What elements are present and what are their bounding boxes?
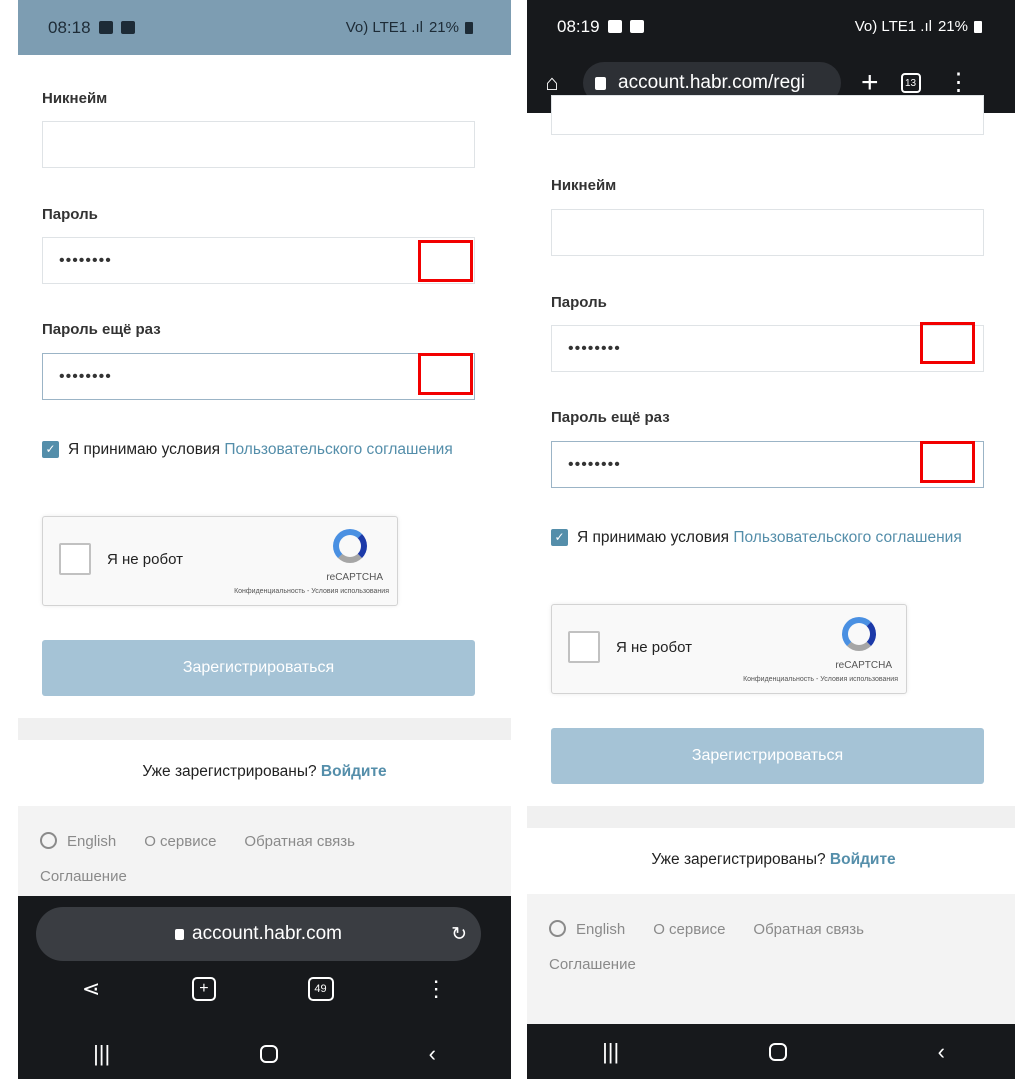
highlight-box bbox=[418, 240, 473, 282]
globe-icon bbox=[40, 832, 57, 849]
status-time: 08:18 bbox=[48, 17, 91, 37]
home-icon[interactable] bbox=[260, 1045, 279, 1063]
battery-percent: 21% bbox=[937, 18, 968, 35]
agreement-text: Я принимаю условия bbox=[68, 441, 221, 458]
recaptcha-label: Я не робот bbox=[616, 639, 692, 656]
address-bar[interactable]: account.habr.com ↻ bbox=[36, 907, 481, 961]
agreement-text: Я принимаю условия bbox=[577, 529, 730, 546]
language-link[interactable]: English bbox=[549, 920, 625, 938]
password-label: Пароль bbox=[551, 294, 607, 311]
agreement-link[interactable]: Пользовательского соглашения bbox=[733, 529, 961, 546]
gallery-notification-icon bbox=[98, 21, 113, 34]
nickname-label: Никнейм bbox=[551, 177, 617, 194]
password-input[interactable]: •••••••• bbox=[42, 237, 475, 284]
language-link[interactable]: English bbox=[40, 832, 116, 850]
lock-icon bbox=[175, 928, 184, 940]
menu-icon[interactable]: ⋮ bbox=[947, 71, 971, 95]
share-icon[interactable]: ⋖ bbox=[82, 976, 100, 1002]
address-text: account.habr.com bbox=[192, 923, 342, 944]
signal-icon: Vo) LTE1 .ıl bbox=[854, 18, 932, 35]
recaptcha-terms[interactable]: Конфиденциальность - Условия использован… bbox=[743, 676, 898, 683]
back-icon[interactable]: ‹ bbox=[938, 1039, 945, 1065]
agreement-checkbox[interactable]: ✓ bbox=[42, 441, 59, 458]
status-time: 08:19 bbox=[557, 16, 600, 36]
agreement-link[interactable]: Пользовательского соглашения bbox=[224, 441, 452, 458]
recaptcha-widget: Я не робот reCAPTCHA Конфиденциальность … bbox=[551, 604, 907, 694]
login-link[interactable]: Войдите bbox=[321, 763, 387, 780]
browser-bottom-bar: account.habr.com ↻ ⋖ + 49 ⋮ ||| ‹ bbox=[18, 896, 511, 1079]
battery-icon bbox=[465, 21, 473, 34]
recaptcha-label: Я не робот bbox=[107, 551, 183, 568]
register-button[interactable]: Зарегистрироваться bbox=[42, 640, 475, 696]
agreement-checkbox[interactable]: ✓ bbox=[551, 529, 568, 546]
highlight-box bbox=[920, 322, 975, 364]
password-repeat-label: Пароль ещё раз bbox=[42, 321, 161, 338]
app-notification-icon bbox=[629, 20, 644, 33]
back-icon[interactable]: ‹ bbox=[429, 1041, 436, 1067]
register-button[interactable]: Зарегистрироваться bbox=[551, 728, 984, 784]
login-prompt: Уже зарегистрированы? Войдите bbox=[527, 851, 1015, 869]
status-bar: 08:19 Vo) LTE1 .ıl 21% bbox=[527, 0, 1015, 53]
agreement-row: ✓ Я принимаю условия Пользовательского с… bbox=[551, 527, 962, 548]
signal-icon: Vo) LTE1 .ıl bbox=[345, 19, 423, 36]
globe-icon bbox=[549, 920, 566, 937]
feedback-link[interactable]: Обратная связь bbox=[244, 833, 355, 850]
about-link[interactable]: О сервисе bbox=[144, 833, 216, 850]
left-phone-screenshot: 08:18 Vo) LTE1 .ıl 21% Никнейм Пароль ••… bbox=[18, 0, 511, 1079]
recaptcha-brand: reCAPTCHA bbox=[326, 572, 383, 583]
tabs-button[interactable]: 49 bbox=[307, 977, 334, 1001]
nickname-input[interactable] bbox=[551, 209, 984, 256]
menu-icon[interactable]: ⋮ bbox=[425, 976, 447, 1002]
password-repeat-label: Пароль ещё раз bbox=[551, 409, 670, 426]
tabs-button[interactable]: 13 bbox=[900, 73, 921, 93]
address-text: account.habr.com/regi bbox=[618, 72, 805, 93]
gallery-notification-icon bbox=[607, 20, 622, 33]
recaptcha-terms[interactable]: Конфиденциальность - Условия использован… bbox=[234, 588, 389, 595]
recaptcha-brand: reCAPTCHA bbox=[835, 660, 892, 671]
login-text: Уже зарегистрированы? bbox=[142, 763, 317, 780]
recaptcha-widget: Я не робот reCAPTCHA Конфиденциальность … bbox=[42, 516, 398, 606]
section-divider bbox=[527, 806, 1015, 828]
highlight-box bbox=[920, 441, 975, 483]
android-nav-bar: ||| ‹ bbox=[527, 1024, 1015, 1079]
login-link[interactable]: Войдите bbox=[830, 851, 896, 868]
password-label: Пароль bbox=[42, 206, 98, 223]
home-icon[interactable] bbox=[769, 1042, 788, 1061]
email-input[interactable] bbox=[551, 95, 984, 135]
agreement-footer-link[interactable]: Соглашение bbox=[549, 956, 1015, 973]
footer: English О сервисе Обратная связь Соглаше… bbox=[18, 806, 511, 896]
highlight-box bbox=[418, 353, 473, 395]
about-link[interactable]: О сервисе bbox=[653, 921, 725, 938]
login-text: Уже зарегистрированы? bbox=[651, 851, 826, 868]
nickname-input[interactable] bbox=[42, 121, 475, 168]
agreement-footer-link[interactable]: Соглашение bbox=[40, 868, 511, 885]
recaptcha-checkbox[interactable] bbox=[568, 631, 600, 663]
recaptcha-logo-icon bbox=[333, 529, 367, 563]
battery-percent: 21% bbox=[428, 19, 459, 36]
recaptcha-checkbox[interactable] bbox=[59, 543, 91, 575]
agreement-row: ✓ Я принимаю условия Пользовательского с… bbox=[42, 439, 453, 460]
app-notification-icon bbox=[120, 21, 135, 34]
recent-apps-icon[interactable]: ||| bbox=[93, 1041, 110, 1067]
feedback-link[interactable]: Обратная связь bbox=[753, 921, 864, 938]
reload-icon[interactable]: ↻ bbox=[451, 923, 467, 946]
recent-apps-icon[interactable]: ||| bbox=[602, 1039, 619, 1065]
section-divider bbox=[18, 718, 511, 740]
android-nav-bar: ||| ‹ bbox=[18, 1029, 511, 1079]
recaptcha-logo-icon bbox=[842, 617, 876, 651]
nickname-label: Никнейм bbox=[42, 90, 108, 107]
status-bar: 08:18 Vo) LTE1 .ıl 21% bbox=[18, 0, 511, 55]
home-icon[interactable]: ⌂ bbox=[541, 70, 563, 95]
lock-icon bbox=[595, 76, 606, 90]
footer: English О сервисе Обратная связь Соглаше… bbox=[527, 894, 1015, 1028]
new-tab-icon[interactable]: + bbox=[191, 977, 216, 1001]
new-tab-icon[interactable]: + bbox=[861, 68, 879, 98]
login-prompt: Уже зарегистрированы? Войдите bbox=[18, 763, 511, 781]
right-phone-screenshot: 08:19 Vo) LTE1 .ıl 21% ⌂ account.habr.co… bbox=[527, 0, 1015, 1079]
browser-toolbar: ⋖ + 49 ⋮ bbox=[18, 976, 511, 1002]
password-repeat-input[interactable]: •••••••• bbox=[42, 353, 475, 400]
battery-icon bbox=[974, 20, 982, 33]
